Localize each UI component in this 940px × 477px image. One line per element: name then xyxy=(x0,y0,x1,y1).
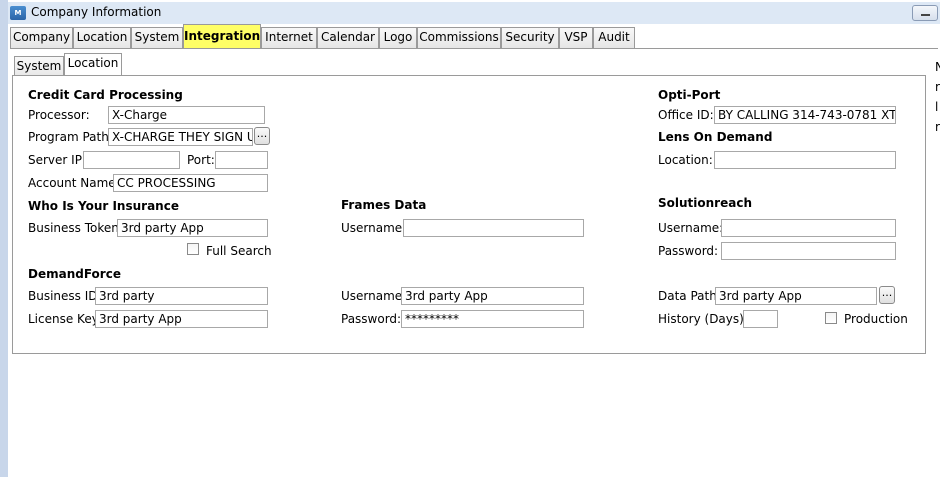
tab-company[interactable]: Company xyxy=(10,27,73,48)
account-name-label: Account Name: xyxy=(28,176,120,190)
solutionreach-password-label: Password: xyxy=(658,244,719,258)
cutoff-text: N xyxy=(935,60,940,74)
demandforce-password-label: Password: xyxy=(341,312,402,326)
production-checkbox[interactable] xyxy=(825,312,837,324)
lens-location-input[interactable] xyxy=(714,151,896,169)
history-days-label: History (Days): xyxy=(658,312,748,326)
demandforce-username-label: Username: xyxy=(341,289,407,303)
processor-input[interactable]: X-Charge xyxy=(108,106,265,124)
solutionreach-password-input[interactable] xyxy=(721,242,896,260)
tab-security[interactable]: Security xyxy=(501,27,559,48)
tab-logo[interactable]: Logo xyxy=(379,27,417,48)
full-search-label: Full Search xyxy=(206,244,272,258)
program-path-label: Program Path: xyxy=(28,130,113,144)
window-left-edge xyxy=(0,0,8,477)
tab-location[interactable]: Location xyxy=(73,27,131,48)
business-token-input[interactable]: 3rd party App xyxy=(117,219,268,237)
tab-commissions[interactable]: Commissions xyxy=(417,27,501,48)
license-key-input[interactable]: 3rd party App xyxy=(95,310,268,328)
demandforce-username-input[interactable]: 3rd party App xyxy=(401,287,584,305)
server-ip-label: Server IP: xyxy=(28,153,86,167)
data-path-label: Data Path: xyxy=(658,289,721,303)
office-id-label: Office ID: xyxy=(658,108,714,122)
port-label: Port: xyxy=(187,153,215,167)
wiyi-header: Who Is Your Insurance xyxy=(28,199,179,213)
program-path-browse-button[interactable]: ... xyxy=(254,127,270,145)
port-input[interactable] xyxy=(215,151,268,169)
business-id-input[interactable]: 3rd party xyxy=(95,287,268,305)
cutoff-text: l xyxy=(935,100,939,114)
history-days-input[interactable] xyxy=(743,310,778,328)
program-path-input[interactable]: X-CHARGE THEY SIGN UP & xyxy=(108,128,253,146)
cutoff-text: r xyxy=(935,80,940,94)
tab-system[interactable]: System xyxy=(131,27,183,48)
optiport-header: Opti-Port xyxy=(658,88,721,102)
tab-integration[interactable]: Integration xyxy=(183,24,261,49)
license-key-label: License Key: xyxy=(28,312,102,326)
full-search-checkbox[interactable] xyxy=(187,243,199,255)
data-path-browse-button[interactable]: ... xyxy=(879,286,895,304)
lens-location-label: Location: xyxy=(658,153,713,167)
title-bar: M Company Information xyxy=(8,2,940,24)
solutionreach-username-input[interactable] xyxy=(721,219,896,237)
processor-label: Processor: xyxy=(28,108,90,122)
frames-username-label: Username: xyxy=(341,221,407,235)
tab-calendar[interactable]: Calendar xyxy=(317,27,379,48)
window-title: Company Information xyxy=(31,5,162,19)
tab-internet[interactable]: Internet xyxy=(261,27,317,48)
tab-audit[interactable]: Audit xyxy=(593,27,635,48)
demandforce-password-input[interactable]: ********* xyxy=(401,310,584,328)
lens-on-demand-header: Lens On Demand xyxy=(658,130,773,144)
data-path-input[interactable]: 3rd party App xyxy=(715,287,877,305)
server-ip-input[interactable] xyxy=(83,151,180,169)
solutionreach-username-label: Username: xyxy=(658,221,724,235)
solutionreach-header: Solutionreach xyxy=(658,196,752,210)
credit-card-header: Credit Card Processing xyxy=(28,88,183,102)
demandforce-header: DemandForce xyxy=(28,267,121,281)
production-label: Production xyxy=(844,312,908,326)
office-id-input[interactable]: BY CALLING 314-743-0781 XT2353 xyxy=(714,106,896,124)
cutoff-text: r xyxy=(935,120,940,134)
subtab-location[interactable]: Location xyxy=(64,53,122,76)
app-logo-icon: M xyxy=(10,6,26,20)
frames-data-header: Frames Data xyxy=(341,198,427,212)
business-id-label: Business ID: xyxy=(28,289,102,303)
frames-username-input[interactable] xyxy=(403,219,584,237)
minimize-button[interactable] xyxy=(912,5,938,21)
tab-vsp[interactable]: VSP xyxy=(559,27,593,48)
account-name-input[interactable]: CC PROCESSING xyxy=(113,174,268,192)
subtab-system[interactable]: System xyxy=(14,56,64,76)
business-token-label: Business Token: xyxy=(28,221,123,235)
